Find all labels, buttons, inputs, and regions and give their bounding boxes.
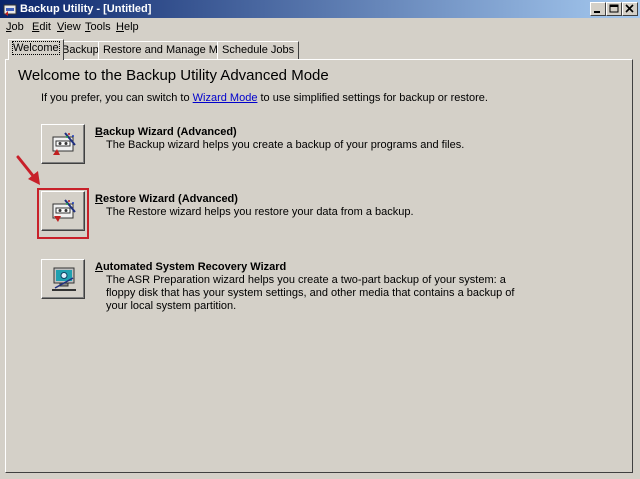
menu-bar: Job Edit View Tools Help — [0, 18, 640, 36]
maximize-icon — [609, 4, 619, 13]
menu-view[interactable]: View — [57, 20, 81, 34]
menu-edit[interactable]: Edit — [32, 20, 51, 34]
minimize-button[interactable] — [590, 2, 606, 16]
wizard-mode-link[interactable]: Wizard Mode — [193, 92, 258, 104]
tab-welcome[interactable]: Welcome — [8, 39, 64, 60]
red-arrow-icon — [16, 155, 40, 185]
menu-tools[interactable]: Tools — [85, 20, 111, 34]
backup-wizard-title[interactable]: Backup Wizard (Advanced) — [95, 125, 237, 139]
maximize-button[interactable] — [606, 2, 622, 16]
backup-utility-window: Backup Utility - [Untitled] Job Edit Vie… — [0, 0, 640, 479]
backup-app-icon — [3, 2, 17, 16]
title-bar[interactable]: Backup Utility - [Untitled] — [0, 0, 640, 18]
backup-wizard-icon — [52, 132, 76, 155]
tab-strip: Welcome Backup Restore and Manage Media … — [0, 38, 640, 60]
asr-wizard-description: The ASR Preparation wizard helps you cre… — [106, 274, 515, 312]
close-button[interactable] — [622, 2, 638, 16]
window-title: Backup Utility - [Untitled] — [20, 3, 152, 15]
tab-schedule-jobs[interactable]: Schedule Jobs — [217, 41, 300, 59]
highlight-box — [37, 188, 89, 239]
menu-help[interactable]: Help — [116, 20, 139, 34]
asr-wizard-button[interactable] — [41, 259, 85, 299]
tab-backup[interactable]: Backup — [57, 41, 104, 59]
asr-wizard-title[interactable]: Automated System Recovery Wizard — [95, 260, 286, 274]
page-heading: Welcome to the Backup Utility Advanced M… — [18, 67, 329, 84]
backup-wizard-description: The Backup wizard helps you create a bac… — [106, 139, 465, 151]
restore-wizard-title[interactable]: Restore Wizard (Advanced) — [95, 192, 238, 206]
menu-job[interactable]: Job — [6, 20, 24, 34]
minimize-icon — [594, 11, 600, 13]
backup-wizard-button[interactable] — [41, 124, 85, 164]
asr-wizard-icon — [52, 267, 76, 291]
restore-wizard-description: The Restore wizard helps you restore you… — [106, 206, 414, 218]
intro-text: If you prefer, you can switch to Wizard … — [41, 92, 488, 104]
close-icon — [625, 4, 634, 13]
